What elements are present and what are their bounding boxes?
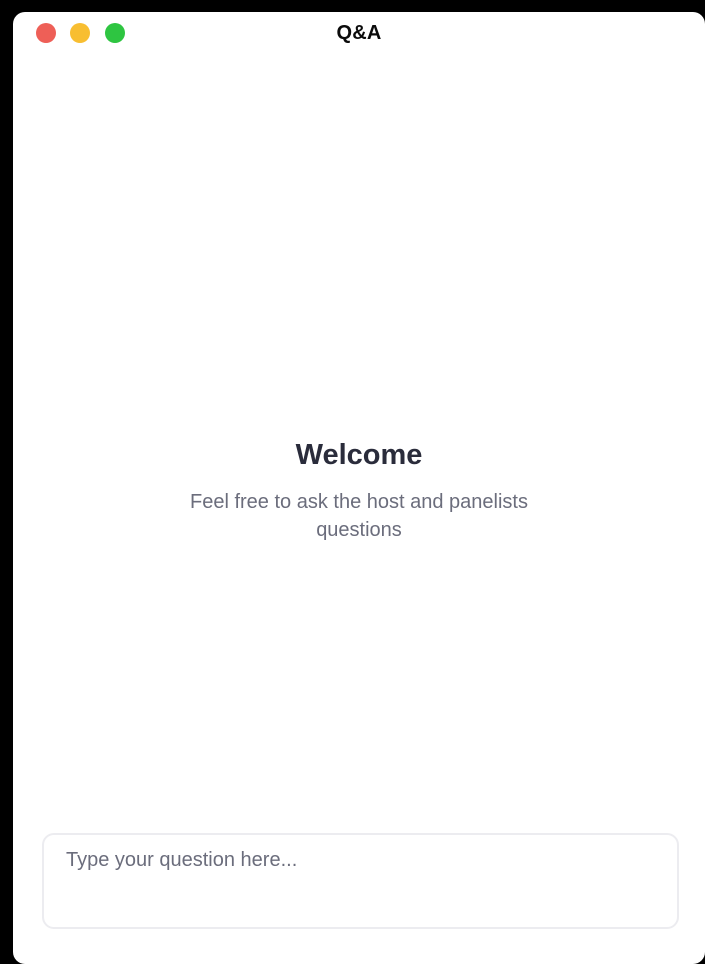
- title-bar[interactable]: Q&A: [13, 12, 705, 56]
- welcome-subtitle: Feel free to ask the host and panelists …: [190, 491, 528, 541]
- welcome-title: Welcome: [295, 439, 423, 471]
- screen: Q&A Welcome Feel free to ask the host an…: [0, 0, 705, 964]
- question-box: [42, 833, 679, 929]
- window-title: Q&A: [336, 22, 382, 44]
- question-input[interactable]: [44, 835, 677, 927]
- qa-window: Q&A Welcome Feel free to ask the host an…: [13, 12, 705, 964]
- welcome-message: Welcome Feel free to ask the host and pa…: [13, 436, 705, 544]
